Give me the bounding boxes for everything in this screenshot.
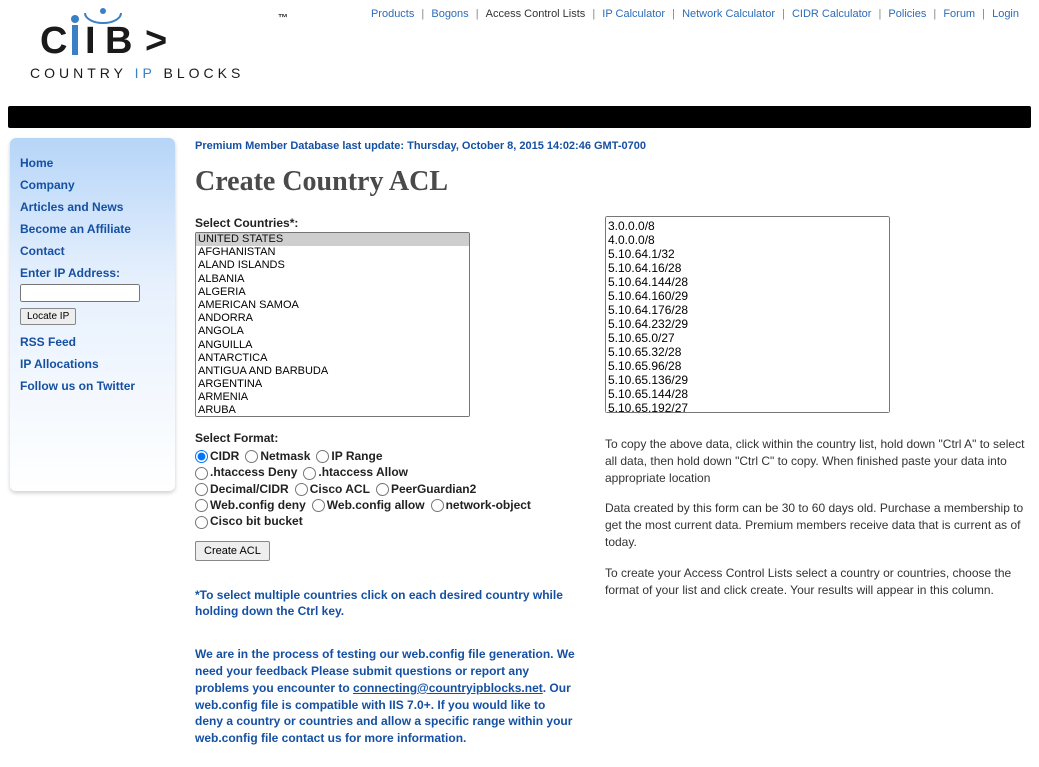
sidebar-link-company[interactable]: Company	[20, 178, 165, 192]
sidebar-link-become-an-affiliate[interactable]: Become an Affiliate	[20, 222, 165, 236]
format-radio[interactable]	[245, 450, 258, 463]
header-divider-bar	[8, 106, 1031, 128]
country-option[interactable]: ARUBA	[196, 404, 469, 417]
format-radio[interactable]	[376, 483, 389, 496]
sidebar-link-home[interactable]: Home	[20, 156, 165, 170]
trademark-symbol: ™	[278, 13, 288, 24]
svg-text:B: B	[105, 20, 132, 62]
topnav-link-bogons[interactable]: Bogons	[431, 8, 468, 20]
topnav-link-login[interactable]: Login	[992, 8, 1019, 20]
format-option-netmask[interactable]: Netmask	[245, 449, 310, 463]
topnav-link-ip-calculator[interactable]: IP Calculator	[602, 8, 665, 20]
sidebar-link-rss-feed[interactable]: RSS Feed	[20, 335, 165, 349]
country-option[interactable]: ALBANIA	[196, 273, 469, 286]
format-option-web-config-allow[interactable]: Web.config allow	[312, 498, 425, 512]
svg-text:I: I	[85, 20, 96, 62]
format-radio[interactable]	[195, 516, 208, 529]
multi-select-note: *To select multiple countries click on e…	[195, 587, 575, 621]
country-option[interactable]: AFGHANISTAN	[196, 246, 469, 259]
countries-label: Select Countries*:	[195, 216, 575, 230]
format-option-web-config-deny[interactable]: Web.config deny	[195, 498, 306, 512]
format-option-cisco-bit-bucket[interactable]: Cisco bit bucket	[195, 514, 303, 528]
feedback-email-link[interactable]: connecting@countryipblocks.net	[353, 681, 543, 695]
format-option--htaccess-deny[interactable]: .htaccess Deny	[195, 465, 297, 479]
data-age-warning: Data created by this form can be 30 to 6…	[605, 500, 1029, 550]
country-option[interactable]: ANDORRA	[196, 312, 469, 325]
topnav-link-forum[interactable]: Forum	[943, 8, 975, 20]
country-option[interactable]: ARMENIA	[196, 391, 469, 404]
country-option[interactable]: ALAND ISLANDS	[196, 259, 469, 272]
format-radio[interactable]	[312, 499, 325, 512]
db-update-timestamp: Premium Member Database last update: Thu…	[195, 140, 1029, 152]
svg-text:>: >	[145, 20, 167, 62]
country-option[interactable]: ANTIGUA AND BARBUDA	[196, 365, 469, 378]
country-option[interactable]: ANTARCTICA	[196, 352, 469, 365]
webconfig-note: We are in the process of testing our web…	[195, 646, 575, 747]
format-option-cisco-acl[interactable]: Cisco ACL	[295, 482, 370, 496]
sidebar: Home Company Articles and News Become an Af…	[10, 138, 175, 491]
sidebar-link-ip-allocations[interactable]: IP Allocations	[20, 357, 165, 371]
topnav-link-cidr-calculator[interactable]: CIDR Calculator	[792, 8, 871, 20]
format-radio[interactable]	[195, 499, 208, 512]
country-option[interactable]: ANGUILLA	[196, 339, 469, 352]
ip-input-label: Enter IP Address:	[20, 266, 165, 280]
topnav-link-network-calculator[interactable]: Network Calculator	[682, 8, 775, 20]
usage-instructions: To create your Access Control Lists sele…	[605, 565, 1029, 599]
format-radio[interactable]	[195, 450, 208, 463]
format-radio-group: CIDR Netmask IP Range .htaccess Deny .htacce…	[195, 449, 575, 529]
format-radio[interactable]	[195, 483, 208, 496]
locate-ip-button[interactable]	[20, 308, 76, 325]
format-radio[interactable]	[303, 467, 316, 480]
logo-tagline: COUNTRY IP BLOCKS	[30, 65, 244, 81]
format-radio[interactable]	[195, 467, 208, 480]
format-option-ip-range[interactable]: IP Range	[316, 449, 382, 463]
format-option-network-object[interactable]: network-object	[431, 498, 531, 512]
format-option--htaccess-allow[interactable]: .htaccess Allow	[303, 465, 408, 479]
format-label: Select Format:	[195, 431, 575, 445]
format-radio[interactable]	[295, 483, 308, 496]
country-option[interactable]: AMERICAN SAMOA	[196, 299, 469, 312]
sidebar-link-follow-us-on-twitter[interactable]: Follow us on Twitter	[20, 379, 165, 393]
format-option-peerguardian2[interactable]: PeerGuardian2	[376, 482, 476, 496]
format-radio[interactable]	[316, 450, 329, 463]
topnav-link-products[interactable]: Products	[371, 8, 414, 20]
acl-output-textarea[interactable]	[605, 216, 890, 413]
format-radio[interactable]	[431, 499, 444, 512]
sidebar-link-contact[interactable]: Contact	[20, 244, 165, 258]
format-option-decimal-cidr[interactable]: Decimal/CIDR	[195, 482, 289, 496]
create-acl-button[interactable]	[195, 541, 270, 561]
ip-address-input[interactable]	[20, 284, 140, 302]
country-option[interactable]: UNITED STATES	[196, 233, 469, 246]
page-title: Create Country ACL	[195, 166, 1029, 198]
sidebar-link-articles-and-news[interactable]: Articles and News	[20, 200, 165, 214]
site-logo: C I B > COUNTRY IP BLOCKS ™	[30, 5, 244, 81]
format-option-cidr[interactable]: CIDR	[195, 449, 239, 463]
topnav-link-policies[interactable]: Policies	[888, 8, 926, 20]
copy-instructions: To copy the above data, click within the…	[605, 436, 1029, 486]
country-option[interactable]: ARGENTINA	[196, 378, 469, 391]
country-option[interactable]: ANGOLA	[196, 325, 469, 338]
topnav-link-access-control-lists[interactable]: Access Control Lists	[486, 8, 586, 20]
country-option[interactable]: ALGERIA	[196, 286, 469, 299]
country-select[interactable]: UNITED STATESAFGHANISTANALAND ISLANDSALB…	[195, 232, 470, 417]
svg-text:C: C	[40, 20, 67, 62]
